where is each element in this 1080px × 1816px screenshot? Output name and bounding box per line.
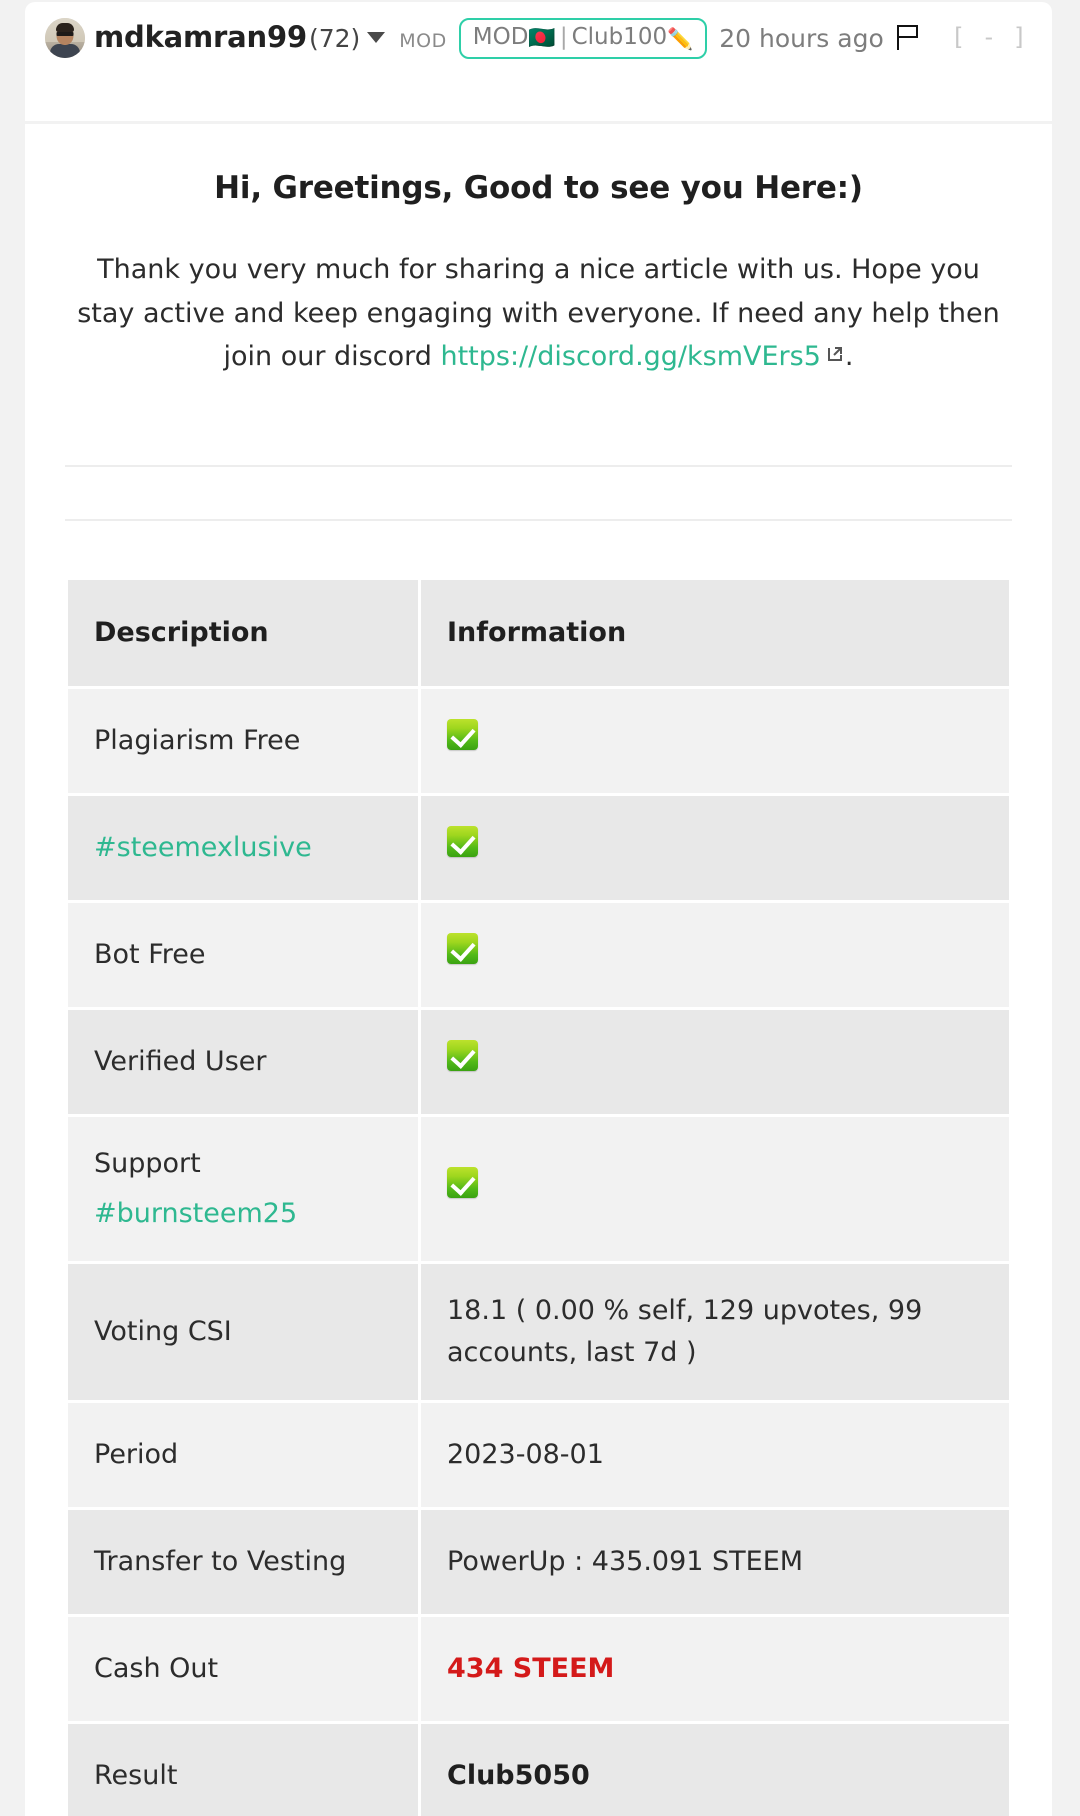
page-root: mdkamran99(72) MOD MOD🇧🇩 | Club100✏️ 20 hours…: [0, 0, 1080, 1816]
greeting-heading: Hi, Greetings, Good to see you Here:): [214, 170, 863, 206]
intro-paragraph: Thank you very much for sharing a nice a…: [65, 248, 1012, 379]
table-row: Cash Out 434 STEEM: [68, 1616, 1009, 1721]
mod-role-label: MOD: [399, 30, 447, 52]
verification-table: Description Information Plagiarism Free: [65, 577, 1012, 1816]
external-link-icon: [825, 344, 845, 364]
row-description: Verified User: [68, 1010, 418, 1115]
row-information: 434 STEEM: [421, 1616, 1009, 1721]
rule-spacer-mid: [65, 467, 1012, 519]
author-reputation: (72): [308, 24, 361, 53]
row-information: [421, 796, 1009, 901]
discord-invite-link[interactable]: https://discord.gg/ksmVErs5: [440, 341, 820, 372]
steemexclusive-tag-link[interactable]: #steemexlusive: [94, 832, 312, 863]
pencil-icon: ✏️: [667, 27, 694, 51]
column-header-information: Information: [421, 580, 1009, 687]
badge-mod-text: MOD: [472, 24, 529, 50]
row-description: Result: [68, 1723, 418, 1816]
table-header-row: Description Information: [68, 580, 1009, 687]
check-mark-icon: [447, 1040, 478, 1072]
table-row: Plagiarism Free: [68, 689, 1009, 794]
flag-icon[interactable]: [895, 23, 921, 51]
info-table-wrapper: Description Information Plagiarism Free: [65, 577, 1012, 1816]
table-row: Transfer to Vesting PowerUp : 435.091 ST…: [68, 1509, 1009, 1614]
row-description: Voting CSI: [68, 1263, 418, 1400]
burnsteem25-tag-link[interactable]: #burnsteem25: [94, 1193, 392, 1235]
row-description: Period: [68, 1402, 418, 1507]
check-mark-icon: [447, 1167, 478, 1199]
rule-spacer-bottom: [65, 521, 1012, 577]
table-body: Plagiarism Free #steemexlusive Bot Free …: [68, 689, 1009, 1816]
row-description: #steemexlusive: [68, 796, 418, 901]
table-row: Period 2023-08-01: [68, 1402, 1009, 1507]
chevron-down-icon[interactable]: [367, 32, 386, 43]
table-row: Voting CSI 18.1 ( 0.00 % self, 129 upvot…: [68, 1263, 1009, 1400]
collapse-toggle[interactable]: [ - ]: [951, 20, 1028, 55]
row-description: Cash Out: [68, 1616, 418, 1721]
row-information: PowerUp : 435.091 STEEM: [421, 1509, 1009, 1614]
row-information: [421, 1117, 1009, 1261]
table-row: Bot Free: [68, 903, 1009, 1008]
row-information: Club5050: [421, 1723, 1009, 1816]
row-information: [421, 689, 1009, 794]
column-header-description: Description: [68, 580, 418, 687]
row-information: [421, 903, 1009, 1008]
table-row: #steemexlusive: [68, 796, 1009, 901]
bangladesh-flag-icon: 🇧🇩: [528, 26, 556, 51]
row-description: Support #burnsteem25: [68, 1117, 418, 1261]
avatar-hair: [56, 23, 74, 32]
row-description: Plagiarism Free: [68, 689, 418, 794]
avatar-glasses: [56, 32, 74, 36]
table-row: Result Club5050: [68, 1723, 1009, 1816]
row-description: Transfer to Vesting: [68, 1509, 418, 1614]
table-row: Support #burnsteem25: [68, 1117, 1009, 1261]
comment-actions: [ - ]: [895, 20, 1028, 55]
table-row: Verified User: [68, 1010, 1009, 1115]
row-description: Bot Free: [68, 903, 418, 1008]
row-information: 18.1 ( 0.00 % self, 129 upvotes, 99 acco…: [421, 1263, 1009, 1400]
row-information: [421, 1010, 1009, 1115]
row-information: 2023-08-01: [421, 1402, 1009, 1507]
support-label: Support: [94, 1148, 201, 1180]
check-mark-icon: [447, 826, 478, 858]
rule-spacer-top: [65, 413, 1012, 465]
table-head: Description Information: [68, 580, 1009, 687]
comment-meta-line: mdkamran99(72) MOD MOD🇧🇩 | Club100✏️ 20 hours…: [45, 16, 1032, 60]
avatar[interactable]: [45, 18, 85, 58]
mod-club-badge: MOD🇧🇩 | Club100✏️: [458, 18, 708, 60]
author-username[interactable]: mdkamran99: [94, 20, 307, 54]
check-mark-icon: [447, 719, 478, 751]
comment-header: mdkamran99(72) MOD MOD🇧🇩 | Club100✏️ 20 hours…: [25, 2, 1052, 124]
cash-out-value: 434 STEEM: [447, 1652, 615, 1684]
result-value: Club5050: [447, 1759, 590, 1791]
avatar-torso: [50, 44, 80, 58]
badge-club-text: Club100: [571, 24, 668, 50]
comment-timestamp[interactable]: 20 hours ago: [719, 24, 883, 53]
comment-card: mdkamran99(72) MOD MOD🇧🇩 | Club100✏️ 20 hours…: [25, 2, 1052, 1816]
badge-separator: |: [559, 24, 568, 50]
comment-body: Hi, Greetings, Good to see you Here:) Th…: [25, 124, 1052, 1816]
intro-text-after-link: .: [844, 341, 854, 373]
check-mark-icon: [447, 933, 478, 965]
